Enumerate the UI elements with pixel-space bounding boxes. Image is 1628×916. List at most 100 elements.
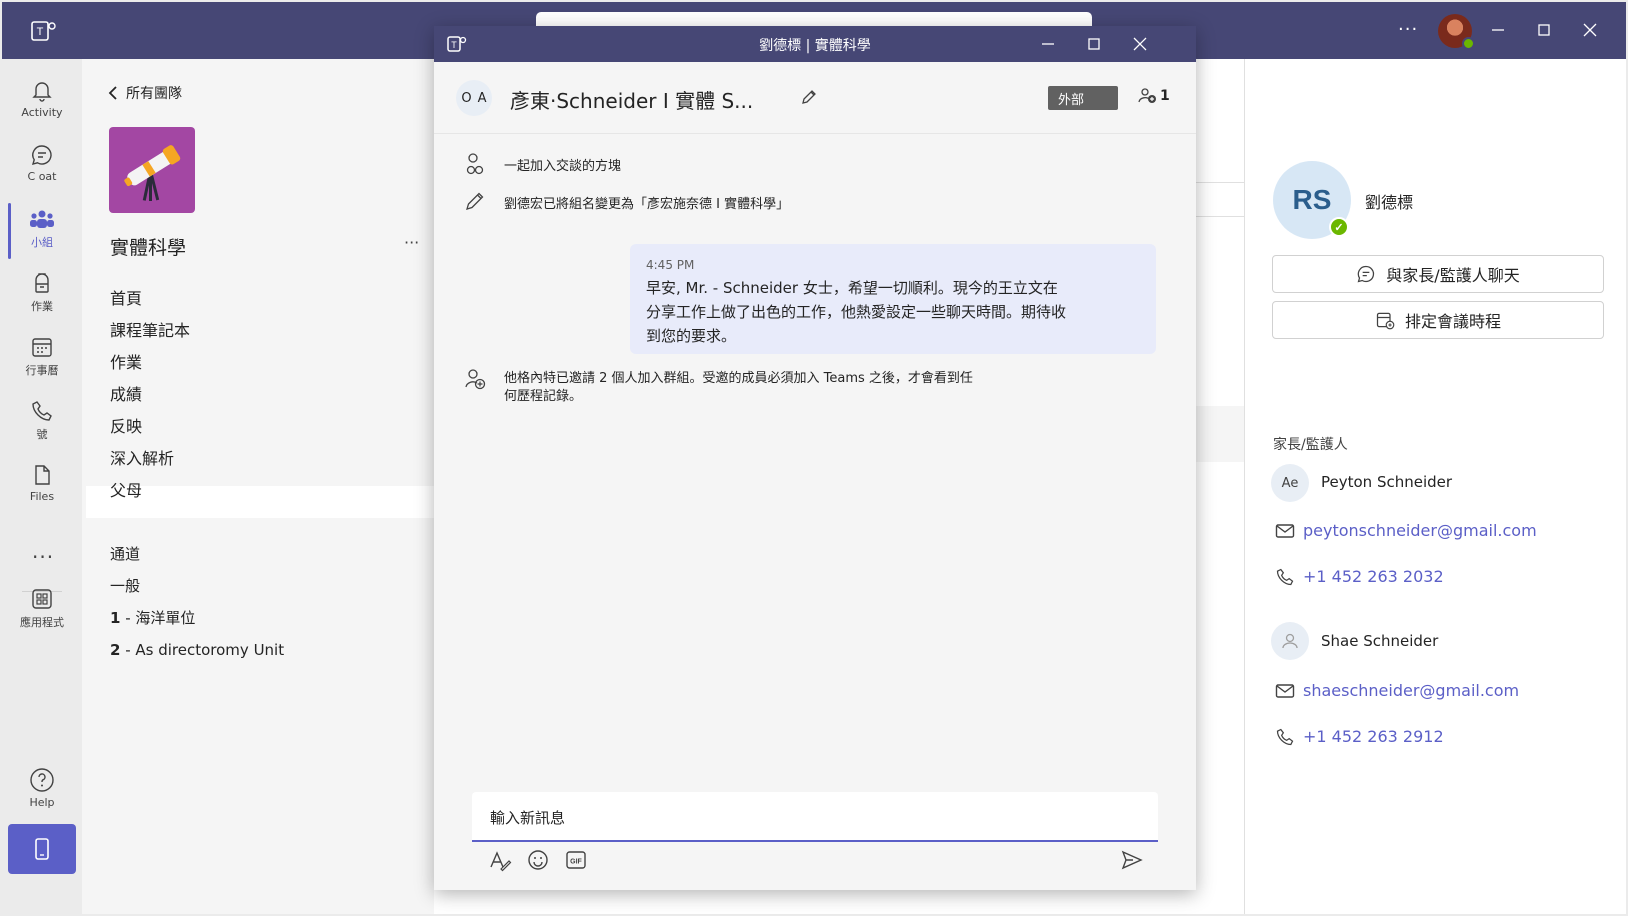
channel-astronomy-unit[interactable]: 2 - As directoromy Unit [110,641,284,659]
system-event-row: 劉德宏已將組名變更為「彥宏施奈德 I 實體科學」 [464,190,789,212]
phone-icon [1276,568,1294,586]
presence-available-icon [1462,37,1475,50]
rail-label: Files [29,490,55,503]
guardian-phone-link[interactable]: +1 452 263 2032 [1303,567,1444,586]
rail-item-apps[interactable]: 應用程式 [2,587,82,630]
apps-icon [32,589,52,609]
schedule-meeting-button[interactable]: 排定會議時程 [1272,301,1604,339]
channel-ocean-unit[interactable]: 1 - 海洋單位 [110,607,195,628]
svg-text:T: T [37,26,44,38]
minimize-icon[interactable] [1484,16,1512,44]
team-name: 實體科學 [110,237,187,259]
chat-icon [31,145,52,165]
back-link-label: 所有團隊 [126,86,182,102]
rail-label: 小組 [31,236,53,249]
mail-icon [1275,524,1295,538]
pencil-icon [466,192,484,210]
student-profile-panel: RS ✓ 劉德標 與家長/監護人聊天 排定會議時程 家長/監護人 Ae Peyt… [1244,59,1626,914]
rail-label: 號 [36,428,48,441]
rail-label: 作業 [31,300,53,313]
message-compose-input[interactable]: 輸入新訊息 [472,792,1158,842]
guardian-avatar: Ae [1271,464,1309,502]
more-options-icon[interactable]: ··· [1398,19,1418,40]
teams-logo-icon: T [31,21,56,41]
mobile-phone-icon [35,838,49,860]
user-avatar[interactable] [1438,14,1475,50]
guardian-name: Peyton Schneider [1321,473,1453,491]
team-logo [109,127,195,213]
chat-header: O A 彥東·Schneider I 實體 S... 外部 1 [434,62,1196,134]
popout-chat-window: T 劉德標 | 實體科學 O A 彥東·Schneider I 實體 S... … [434,26,1196,890]
gif-icon[interactable]: GIF [564,848,588,872]
nav-item-insights[interactable]: 深入解析 [110,445,174,469]
download-mobile-button[interactable] [8,824,76,874]
channel-general[interactable]: 一般 [110,575,140,596]
message-timestamp: 4:45 PM [646,258,695,272]
message-text: 早安, Mr. - Schneider 女士，希望一切順利。現今的王立文在分享工… [646,279,1067,345]
avatar-letter: O [461,90,472,106]
rail-item-teams[interactable]: 小組 [2,203,82,259]
channel-number: 2 [110,641,121,659]
chat-title: 彥東·Schneider I 實體 S... [510,89,754,113]
phone-icon [32,401,52,421]
rail-item-help[interactable]: Help [2,767,82,809]
student-avatar: RS ✓ [1273,161,1351,239]
button-label: 排定會議時程 [1404,312,1501,331]
more-apps-icon[interactable]: ··· [32,545,54,569]
chat-with-guardians-button[interactable]: 與家長/監護人聊天 [1272,255,1604,293]
phone-icon [1276,728,1294,746]
chat-icon [1357,265,1375,283]
sent-message-bubble[interactable]: 4:45 PM 早安, Mr. - Schneider 女士，希望一切順利。現今… [630,244,1156,354]
rail-label: C oat [27,170,57,183]
channel-name: - As directoromy Unit [120,641,285,659]
rail-item-assignments[interactable]: 作業 [2,271,82,314]
presence-available-icon: ✓ [1329,217,1349,237]
rail-label: 行事曆 [25,364,59,377]
maximize-icon[interactable] [1082,32,1106,56]
event-text: 他格內特已邀請 2 個人加入群組。受邀的成員必須加入 Teams 之後，才會看到… [504,371,973,404]
guardian-email-link[interactable]: shaeschneider@gmail.com [1303,681,1519,700]
nav-item-assignments[interactable]: 作業 [110,349,142,373]
nav-item-reflect[interactable]: 反映 [110,413,142,437]
nav-item-home[interactable]: 首頁 [110,285,142,309]
format-text-icon[interactable] [488,848,512,872]
people-add-icon [1138,88,1156,103]
backpack-icon [35,273,49,293]
avatar-letter: A [477,90,487,106]
people-icon [466,153,484,175]
send-icon[interactable] [1120,848,1144,872]
team-more-options-icon[interactable]: ··· [404,233,419,252]
guardian-avatar-placeholder [1271,622,1309,660]
chat-window-title-bar: T 劉德標 | 實體科學 [434,26,1196,62]
rail-item-calls[interactable]: 號 [2,399,82,442]
button-label: 與家長/監護人聊天 [1386,266,1520,285]
close-icon[interactable] [1128,32,1152,56]
rail-item-chat[interactable]: C oat [2,143,82,183]
channel-name: - 海洋單位 [120,609,196,627]
rail-item-activity[interactable]: Activity [2,79,82,119]
group-avatar: O A [456,80,492,116]
participants-button[interactable]: 1 [1138,87,1170,105]
all-teams-back-link[interactable]: 所有團隊 [108,83,182,103]
rail-label: Help [29,796,55,809]
close-icon[interactable] [1576,16,1604,44]
rail-item-calendar[interactable]: 行事曆 [2,335,82,378]
teams-icon [30,210,54,228]
participant-count: 1 [1160,88,1170,104]
maximize-icon[interactable] [1530,16,1558,44]
nav-item-grades[interactable]: 成績 [110,381,142,405]
edit-pencil-icon[interactable] [800,88,818,106]
minimize-icon[interactable] [1036,32,1060,56]
channel-number: 1 [110,609,121,627]
telescope-icon [124,145,181,201]
guardian-email-link[interactable]: peytonschneider@gmail.com [1303,521,1537,540]
nav-item-parents[interactable]: 父母 [110,477,142,501]
guardian-phone-link[interactable]: +1 452 263 2912 [1303,727,1444,746]
mail-icon [1275,684,1295,698]
rail-item-files[interactable]: Files [2,463,82,503]
nav-item-class-notebook[interactable]: 課程筆記本 [110,317,190,341]
event-text: 一起加入交談的方塊 [504,159,622,174]
emoji-icon[interactable] [526,848,550,872]
calendar-add-icon [1376,312,1395,330]
guardian-name: Shae Schneider [1321,632,1439,650]
